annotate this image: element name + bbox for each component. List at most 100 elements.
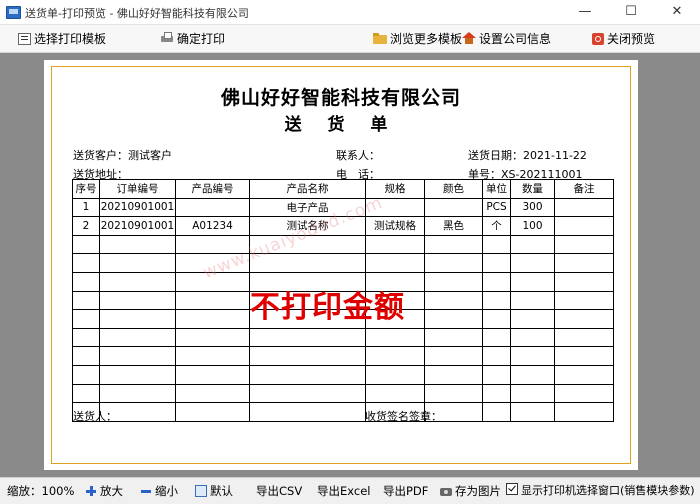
table-cell: [72, 234, 100, 255]
table-cell: [482, 402, 511, 422]
table-cell: [554, 271, 614, 292]
table-cell: [554, 309, 614, 329]
show-printer-dialog-label: 显示打印机选择窗口(销售模块参数): [521, 484, 695, 497]
company-settings-button[interactable]: 设置公司信息: [462, 29, 551, 49]
zoom-out-button[interactable]: 缩小: [140, 483, 178, 499]
table-row: [72, 234, 614, 255]
table-cell: [510, 383, 555, 404]
table-cell: [554, 346, 614, 366]
confirm-print-button[interactable]: 确定打印: [160, 29, 225, 49]
column-header: 序号: [72, 179, 100, 199]
zoom-in-button[interactable]: 放大: [85, 483, 123, 499]
maximize-button[interactable]: ☐: [608, 0, 654, 24]
save-image-label: 存为图片: [455, 484, 501, 498]
table-cell: [99, 234, 176, 255]
customer-label: 送货客户：: [73, 149, 128, 162]
table-cell: [482, 253, 511, 273]
table-cell: [510, 346, 555, 366]
table-cell: [424, 383, 483, 404]
table-cell: [249, 346, 366, 366]
table-cell: [510, 234, 555, 255]
table-cell: [99, 271, 176, 292]
table-cell: [482, 309, 511, 329]
table-cell: [175, 383, 250, 404]
date-value: 2021-11-22: [523, 149, 587, 162]
table-cell: [72, 309, 100, 329]
table-cell: [554, 402, 614, 422]
camera-icon: [440, 485, 452, 497]
select-template-label: 选择打印模板: [34, 32, 107, 46]
table-cell: [482, 290, 511, 311]
table-cell: [365, 383, 425, 404]
table-header-row: 序号 订单编号 产品编号 产品名称 规格 颜色 单位 数量 备注: [72, 179, 614, 199]
table-row: [72, 402, 614, 422]
toolbar: 选择打印模板 确定打印 浏览更多模板 设置公司信息 关闭预览: [0, 25, 700, 53]
print-page: 佛山好好智能科技有限公司 送 货 单 送货客户：测试客户 联系人： 送货日期：2…: [44, 60, 638, 470]
export-pdf-button[interactable]: 导出PDF: [383, 483, 428, 499]
minimize-button[interactable]: —: [562, 0, 608, 24]
show-printer-dialog-checkbox[interactable]: [506, 483, 518, 495]
table-cell: [72, 253, 100, 273]
table-cell: 300: [510, 197, 555, 218]
table-row: [72, 383, 614, 404]
table-cell: [482, 271, 511, 292]
table-cell: [365, 234, 425, 255]
table-cell: [424, 197, 483, 218]
table-cell: [72, 290, 100, 311]
select-template-button[interactable]: 选择打印模板: [18, 29, 106, 49]
table-cell: [510, 402, 555, 422]
close-preview-label: 关闭预览: [607, 32, 656, 46]
table-cell: [99, 346, 176, 366]
default-zoom-button[interactable]: 默认: [195, 483, 233, 499]
table-cell: [554, 253, 614, 273]
export-excel-button[interactable]: 导出Excel: [317, 483, 370, 499]
table-cell: [554, 364, 614, 385]
table-cell: [424, 271, 483, 292]
browse-templates-button[interactable]: 浏览更多模板: [373, 29, 462, 49]
table-cell: [249, 383, 366, 404]
table-cell: [99, 253, 176, 273]
column-header: 数量: [510, 179, 555, 199]
customer-value: 测试客户: [128, 149, 172, 162]
table-cell: [424, 364, 483, 385]
folder-icon: [373, 32, 387, 45]
confirm-print-label: 确定打印: [177, 32, 226, 46]
table-cell: 测试规格: [365, 216, 425, 236]
contact-label: 联系人：: [336, 149, 380, 162]
table-cell: [175, 402, 250, 422]
table-cell: 1: [72, 197, 100, 218]
window-title: 送货单-打印预览 - 佛山好好智能科技有限公司: [25, 7, 249, 20]
date-label: 送货日期：: [468, 149, 523, 162]
table-cell: [482, 383, 511, 404]
export-csv-button[interactable]: 导出CSV: [256, 483, 302, 499]
save-image-button[interactable]: 存为图片: [440, 483, 501, 499]
table-cell: [249, 402, 366, 422]
browse-templates-label: 浏览更多模板: [390, 32, 463, 46]
close-window-button[interactable]: ✕: [654, 0, 700, 24]
preview-workspace[interactable]: 佛山好好智能科技有限公司 送 货 单 送货客户：测试客户 联系人： 送货日期：2…: [0, 53, 700, 477]
table-cell: [554, 234, 614, 255]
column-header: 产品编号: [175, 179, 250, 199]
table-cell: [175, 290, 250, 311]
table-cell: [554, 197, 614, 218]
zoom-value: 100%: [41, 484, 75, 498]
show-printer-dialog-option[interactable]: 显示打印机选择窗口(销售模块参数): [506, 483, 695, 499]
close-preview-button[interactable]: 关闭预览: [592, 29, 655, 49]
table-cell: [99, 309, 176, 329]
column-header: 备注: [554, 179, 614, 199]
column-header: 产品名称: [249, 179, 366, 199]
table-cell: [365, 327, 425, 348]
table-cell: [365, 364, 425, 385]
table-cell: [424, 327, 483, 348]
zoom-out-label: 缩小: [155, 484, 178, 498]
table-cell: [175, 309, 250, 329]
close-preview-icon: [592, 33, 604, 45]
table-cell: [482, 364, 511, 385]
deliverer-label: 送货人：: [73, 410, 117, 423]
table-cell: [554, 216, 614, 236]
home-icon: [462, 32, 476, 45]
table-row: [72, 364, 614, 385]
table-cell: 2: [72, 216, 100, 236]
table-cell: [510, 309, 555, 329]
table-cell: [72, 383, 100, 404]
